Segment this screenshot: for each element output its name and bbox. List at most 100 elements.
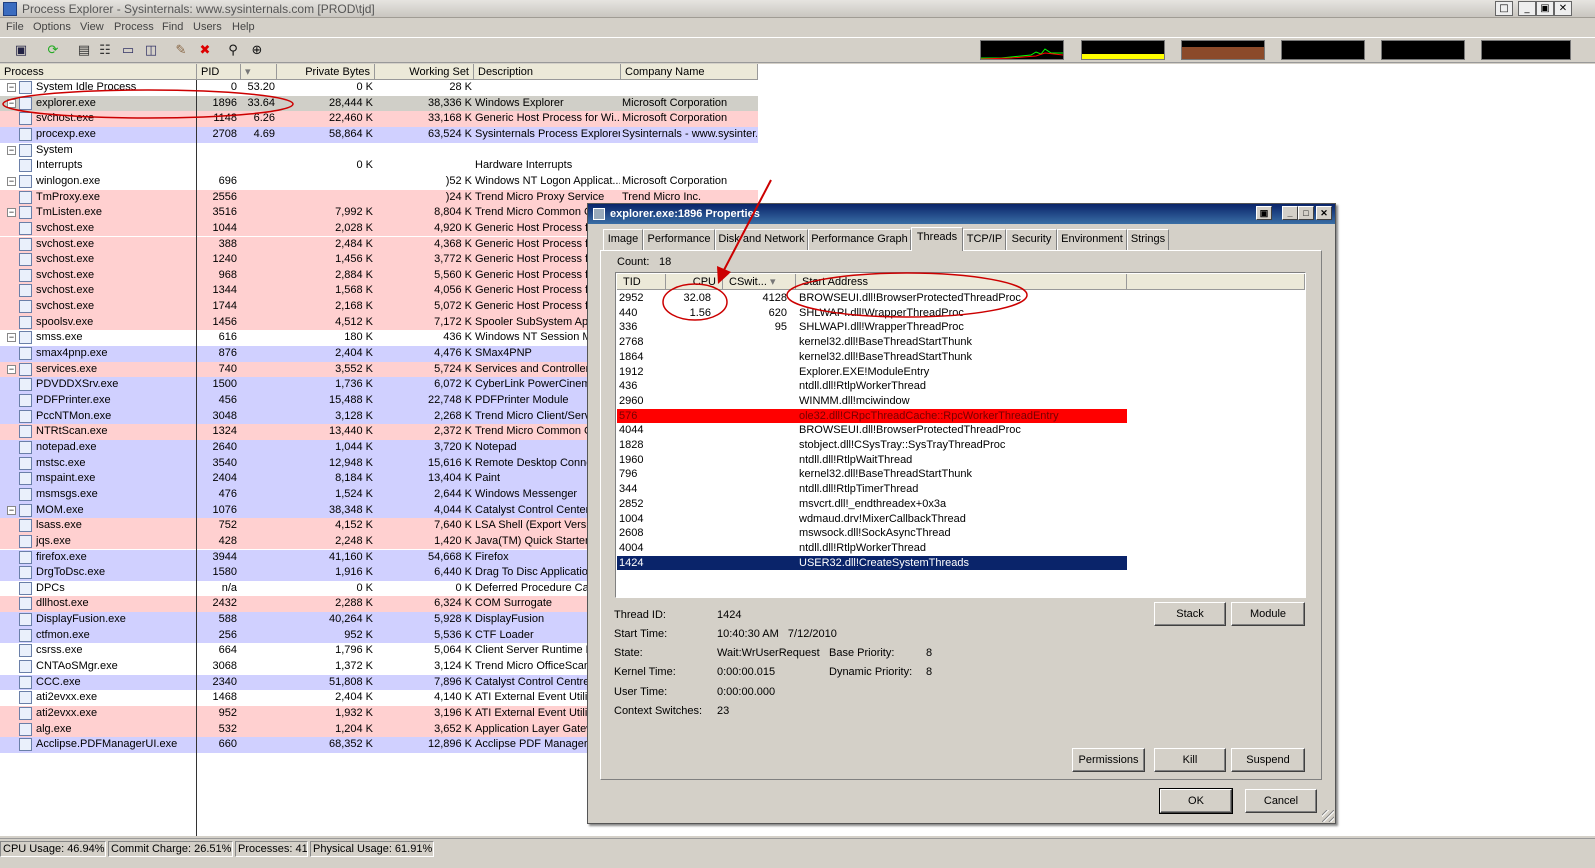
- process-row[interactable]: Interrupts 0 K Hardware Interrupts: [0, 158, 758, 174]
- kill-process-icon[interactable]: ✖: [196, 42, 214, 60]
- io-graph[interactable]: [1181, 40, 1265, 60]
- col-process[interactable]: Process: [0, 64, 197, 80]
- resize-grip-icon[interactable]: [1322, 810, 1334, 822]
- thread-row[interactable]: 440 1.56 620 SHLWAPI.dll!WrapperThreadProc: [617, 306, 1127, 321]
- process-row[interactable]: procexp.exe 2708 4.69 58,864 K 63,524 K Sysin…: [0, 126, 758, 143]
- thread-row[interactable]: 4004 ntdll.dll!RtlpWorkerThread: [617, 541, 1127, 556]
- collapse-icon[interactable]: −: [7, 364, 16, 374]
- find-handle-icon[interactable]: ⚲: [224, 42, 242, 60]
- thread-row[interactable]: 1004 wdmaud.drv!MixerCallbackThread: [617, 512, 1127, 527]
- system-info-icon[interactable]: ▤: [75, 42, 93, 60]
- disk-graph[interactable]: [1381, 40, 1465, 60]
- process-tree-icon[interactable]: ☷: [96, 42, 114, 60]
- thread-row[interactable]: 336 95 SHLWAPI.dll!WrapperThreadProc: [617, 320, 1127, 335]
- thread-row[interactable]: 1828 stobject.dll!CSysTray::SysTrayThread…: [617, 438, 1127, 453]
- target-icon[interactable]: ⊕: [248, 42, 266, 60]
- thread-row[interactable]: 576 ole32.dll!CRpcThreadCache::RpcWorkerT…: [617, 408, 1127, 424]
- physical-memory-graph[interactable]: [1481, 40, 1571, 60]
- thread-row[interactable]: 344 ntdll.dll!RtlpTimerThread: [617, 482, 1127, 497]
- col-private-bytes[interactable]: Private Bytes: [277, 64, 375, 80]
- thread-row[interactable]: 2852 msvcrt.dll!_endthreadex+0x3a: [617, 497, 1127, 512]
- menu-process[interactable]: Process: [114, 21, 154, 33]
- menu-bar: File Options View Process Find Users Hel…: [0, 18, 1595, 37]
- process-row[interactable]: − winlogon.exe 696)52 K Windows NT Logon Ap…: [0, 174, 758, 190]
- dialog-minimize-icon[interactable]: _: [1282, 206, 1298, 220]
- close-icon[interactable]: ✕: [1554, 1, 1572, 16]
- col-start-address[interactable]: Start Address: [796, 274, 1127, 290]
- refresh-icon[interactable]: ⟳: [44, 42, 62, 60]
- ok-button[interactable]: OK: [1159, 788, 1233, 814]
- tab-security[interactable]: Security: [1006, 229, 1057, 250]
- dialog-pin-icon[interactable]: ▣: [1256, 206, 1272, 220]
- process-row[interactable]: − System Idle Process 0 53.20 0 K 28 K: [0, 80, 472, 96]
- tab-tcpip[interactable]: TCP/IP: [963, 229, 1006, 250]
- lower-pane-icon[interactable]: ▭: [119, 42, 137, 60]
- tab-performance[interactable]: Performance: [643, 229, 715, 250]
- thread-row[interactable]: 796 kernel32.dll!BaseThreadStartThunk: [617, 467, 1127, 482]
- dialog-maximize-icon[interactable]: □: [1298, 206, 1314, 220]
- col-cswitch[interactable]: CSwit... ▾: [723, 274, 796, 290]
- properties-icon[interactable]: ✎: [172, 42, 190, 60]
- menu-file[interactable]: File: [6, 21, 24, 33]
- tab-environment[interactable]: Environment: [1057, 229, 1127, 250]
- process-private-bytes: 1,524 K: [335, 487, 373, 500]
- thread-row[interactable]: 1424 USER32.dll!CreateSystemThreads: [617, 555, 1127, 571]
- thread-row[interactable]: 436 ntdll.dll!RtlpWorkerThread: [617, 379, 1127, 394]
- thread-row[interactable]: 1960 ntdll.dll!RtlpWaitThread: [617, 453, 1127, 468]
- collapse-icon[interactable]: −: [7, 145, 16, 155]
- module-button[interactable]: Module: [1231, 602, 1305, 626]
- col-thread-cpu[interactable]: CPU: [666, 274, 723, 290]
- col-description[interactable]: Description: [474, 64, 621, 80]
- thread-row[interactable]: 1864 kernel32.dll!BaseThreadStartThunk: [617, 350, 1127, 365]
- col-tid[interactable]: TID: [617, 274, 666, 290]
- thread-row[interactable]: 2960 WINMM.dll!mciwindow: [617, 394, 1127, 409]
- menu-options[interactable]: Options: [33, 21, 71, 33]
- process-company: Sysinternals - www.sysinter...: [622, 127, 757, 140]
- tab-image[interactable]: Image: [603, 229, 643, 250]
- collapse-icon[interactable]: −: [7, 176, 16, 186]
- process-row[interactable]: − System: [0, 143, 196, 159]
- thread-row[interactable]: 2952 32.08 4128 BROWSEUI.dll!BrowserProtect…: [617, 291, 1127, 306]
- process-name: winlogon.exe: [36, 174, 101, 187]
- dialog-close-icon[interactable]: ✕: [1316, 206, 1332, 220]
- collapse-icon[interactable]: −: [7, 505, 16, 515]
- tab-performance-graph[interactable]: Performance Graph: [808, 229, 911, 250]
- col-cpu[interactable]: ▾: [241, 64, 277, 80]
- col-pid[interactable]: PID: [197, 64, 241, 80]
- thread-row[interactable]: 2768 kernel32.dll!BaseThreadStartThunk: [617, 335, 1127, 350]
- thread-row[interactable]: 1912 Explorer.EXE!ModuleEntry: [617, 365, 1127, 380]
- tab-disk-network[interactable]: Disk and Network: [715, 229, 808, 250]
- tab-threads[interactable]: Threads: [911, 227, 963, 251]
- find-window-icon[interactable]: ◫: [142, 42, 160, 60]
- restore-icon[interactable]: □: [1495, 1, 1513, 16]
- menu-help[interactable]: Help: [232, 21, 255, 33]
- commit-graph[interactable]: [1081, 40, 1165, 60]
- cpu-graph[interactable]: [980, 40, 1064, 60]
- permissions-button[interactable]: Permissions: [1072, 748, 1145, 772]
- maximize-icon[interactable]: ▣: [1536, 1, 1554, 16]
- save-icon[interactable]: ▣: [12, 42, 30, 60]
- col-company[interactable]: Company Name: [621, 64, 758, 80]
- cancel-button[interactable]: Cancel: [1245, 789, 1317, 813]
- process-row[interactable]: svchost.exe 1148 6.26 22,460 K 33,168 K Gener…: [0, 111, 758, 127]
- col-working-set[interactable]: Working Set: [375, 64, 474, 80]
- process-row[interactable]: − explorer.exe 1896 33.64 28,444 K 38,336 K Wi…: [0, 95, 758, 112]
- process-icon: [19, 425, 32, 439]
- tab-strings[interactable]: Strings: [1127, 229, 1169, 250]
- collapse-icon[interactable]: −: [7, 83, 16, 92]
- toolbar: ▣ ⟳ ▤ ☷ ▭ ◫ ✎ ✖ ⚲ ⊕: [0, 37, 1595, 63]
- thread-row[interactable]: 4044 BROWSEUI.dll!BrowserProtectedThreadP…: [617, 423, 1127, 438]
- minimize-icon[interactable]: _: [1518, 1, 1536, 16]
- thread-row[interactable]: 2608 mswsock.dll!SockAsyncThread: [617, 526, 1127, 541]
- collapse-icon[interactable]: −: [7, 333, 16, 343]
- collapse-icon[interactable]: −: [7, 208, 16, 218]
- menu-view[interactable]: View: [80, 21, 104, 33]
- menu-users[interactable]: Users: [193, 21, 222, 33]
- suspend-button[interactable]: Suspend: [1231, 748, 1305, 772]
- threads-list[interactable]: TID CPU CSwit... ▾ Start Address 2952 32.…: [615, 272, 1306, 598]
- menu-find[interactable]: Find: [162, 21, 183, 33]
- kill-button[interactable]: Kill: [1154, 748, 1226, 772]
- stack-button[interactable]: Stack: [1154, 602, 1226, 626]
- network-graph[interactable]: [1281, 40, 1365, 60]
- collapse-icon[interactable]: −: [7, 98, 16, 108]
